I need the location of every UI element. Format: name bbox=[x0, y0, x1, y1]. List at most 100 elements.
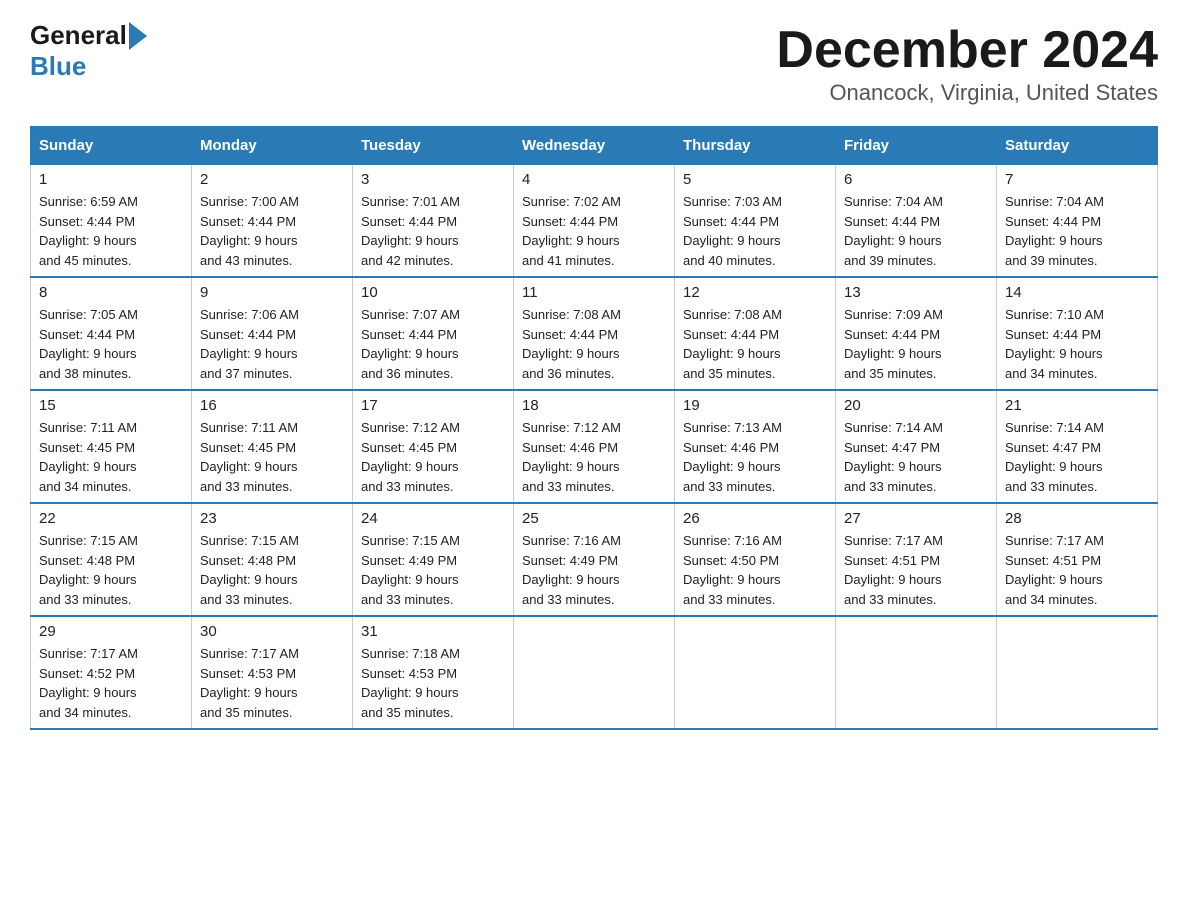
calendar-week-row: 1 Sunrise: 6:59 AM Sunset: 4:44 PM Dayli… bbox=[31, 165, 1158, 278]
day-info: Sunrise: 7:15 AM Sunset: 4:48 PM Dayligh… bbox=[200, 531, 344, 609]
logo-blue: Blue bbox=[30, 51, 86, 82]
day-number: 8 bbox=[39, 284, 183, 301]
logo-arrow-icon bbox=[129, 22, 147, 50]
day-info: Sunrise: 7:18 AM Sunset: 4:53 PM Dayligh… bbox=[361, 644, 505, 722]
table-row: 31 Sunrise: 7:18 AM Sunset: 4:53 PM Dayl… bbox=[353, 616, 514, 729]
day-info: Sunrise: 7:12 AM Sunset: 4:45 PM Dayligh… bbox=[361, 418, 505, 496]
day-info: Sunrise: 7:17 AM Sunset: 4:51 PM Dayligh… bbox=[1005, 531, 1149, 609]
day-number: 29 bbox=[39, 623, 183, 640]
day-number: 17 bbox=[361, 397, 505, 414]
logo-general: General bbox=[30, 20, 127, 51]
day-number: 15 bbox=[39, 397, 183, 414]
header-saturday: Saturday bbox=[997, 127, 1158, 165]
day-number: 14 bbox=[1005, 284, 1149, 301]
table-row: 14 Sunrise: 7:10 AM Sunset: 4:44 PM Dayl… bbox=[997, 277, 1158, 390]
day-info: Sunrise: 7:02 AM Sunset: 4:44 PM Dayligh… bbox=[522, 192, 666, 270]
table-row: 6 Sunrise: 7:04 AM Sunset: 4:44 PM Dayli… bbox=[836, 165, 997, 278]
table-row: 20 Sunrise: 7:14 AM Sunset: 4:47 PM Dayl… bbox=[836, 390, 997, 503]
day-number: 24 bbox=[361, 510, 505, 527]
day-number: 23 bbox=[200, 510, 344, 527]
header-tuesday: Tuesday bbox=[353, 127, 514, 165]
table-row: 9 Sunrise: 7:06 AM Sunset: 4:44 PM Dayli… bbox=[192, 277, 353, 390]
header-friday: Friday bbox=[836, 127, 997, 165]
table-row: 10 Sunrise: 7:07 AM Sunset: 4:44 PM Dayl… bbox=[353, 277, 514, 390]
day-number: 7 bbox=[1005, 171, 1149, 188]
day-number: 25 bbox=[522, 510, 666, 527]
table-row: 3 Sunrise: 7:01 AM Sunset: 4:44 PM Dayli… bbox=[353, 165, 514, 278]
day-number: 4 bbox=[522, 171, 666, 188]
calendar-header-row: Sunday Monday Tuesday Wednesday Thursday… bbox=[31, 127, 1158, 165]
table-row: 29 Sunrise: 7:17 AM Sunset: 4:52 PM Dayl… bbox=[31, 616, 192, 729]
month-title: December 2024 bbox=[776, 20, 1158, 80]
day-number: 3 bbox=[361, 171, 505, 188]
day-info: Sunrise: 7:07 AM Sunset: 4:44 PM Dayligh… bbox=[361, 305, 505, 383]
day-info: Sunrise: 7:12 AM Sunset: 4:46 PM Dayligh… bbox=[522, 418, 666, 496]
header: General Blue December 2024 Onancock, Vir… bbox=[30, 20, 1158, 106]
day-number: 12 bbox=[683, 284, 827, 301]
table-row: 8 Sunrise: 7:05 AM Sunset: 4:44 PM Dayli… bbox=[31, 277, 192, 390]
header-sunday: Sunday bbox=[31, 127, 192, 165]
day-info: Sunrise: 7:08 AM Sunset: 4:44 PM Dayligh… bbox=[522, 305, 666, 383]
table-row: 19 Sunrise: 7:13 AM Sunset: 4:46 PM Dayl… bbox=[675, 390, 836, 503]
day-number: 16 bbox=[200, 397, 344, 414]
day-number: 5 bbox=[683, 171, 827, 188]
day-number: 21 bbox=[1005, 397, 1149, 414]
header-monday: Monday bbox=[192, 127, 353, 165]
day-number: 20 bbox=[844, 397, 988, 414]
day-info: Sunrise: 7:11 AM Sunset: 4:45 PM Dayligh… bbox=[200, 418, 344, 496]
day-info: Sunrise: 7:17 AM Sunset: 4:51 PM Dayligh… bbox=[844, 531, 988, 609]
day-number: 22 bbox=[39, 510, 183, 527]
table-row: 24 Sunrise: 7:15 AM Sunset: 4:49 PM Dayl… bbox=[353, 503, 514, 616]
day-info: Sunrise: 7:09 AM Sunset: 4:44 PM Dayligh… bbox=[844, 305, 988, 383]
day-number: 2 bbox=[200, 171, 344, 188]
day-info: Sunrise: 7:03 AM Sunset: 4:44 PM Dayligh… bbox=[683, 192, 827, 270]
table-row: 4 Sunrise: 7:02 AM Sunset: 4:44 PM Dayli… bbox=[514, 165, 675, 278]
calendar-week-row: 29 Sunrise: 7:17 AM Sunset: 4:52 PM Dayl… bbox=[31, 616, 1158, 729]
table-row: 27 Sunrise: 7:17 AM Sunset: 4:51 PM Dayl… bbox=[836, 503, 997, 616]
table-row bbox=[836, 616, 997, 729]
day-number: 13 bbox=[844, 284, 988, 301]
table-row: 17 Sunrise: 7:12 AM Sunset: 4:45 PM Dayl… bbox=[353, 390, 514, 503]
day-info: Sunrise: 7:16 AM Sunset: 4:50 PM Dayligh… bbox=[683, 531, 827, 609]
day-info: Sunrise: 7:04 AM Sunset: 4:44 PM Dayligh… bbox=[844, 192, 988, 270]
day-info: Sunrise: 7:00 AM Sunset: 4:44 PM Dayligh… bbox=[200, 192, 344, 270]
table-row: 23 Sunrise: 7:15 AM Sunset: 4:48 PM Dayl… bbox=[192, 503, 353, 616]
table-row: 16 Sunrise: 7:11 AM Sunset: 4:45 PM Dayl… bbox=[192, 390, 353, 503]
day-number: 19 bbox=[683, 397, 827, 414]
day-number: 31 bbox=[361, 623, 505, 640]
day-number: 27 bbox=[844, 510, 988, 527]
day-info: Sunrise: 7:17 AM Sunset: 4:52 PM Dayligh… bbox=[39, 644, 183, 722]
day-info: Sunrise: 7:14 AM Sunset: 4:47 PM Dayligh… bbox=[844, 418, 988, 496]
table-row: 28 Sunrise: 7:17 AM Sunset: 4:51 PM Dayl… bbox=[997, 503, 1158, 616]
calendar-week-row: 8 Sunrise: 7:05 AM Sunset: 4:44 PM Dayli… bbox=[31, 277, 1158, 390]
table-row: 7 Sunrise: 7:04 AM Sunset: 4:44 PM Dayli… bbox=[997, 165, 1158, 278]
day-info: Sunrise: 7:11 AM Sunset: 4:45 PM Dayligh… bbox=[39, 418, 183, 496]
day-number: 1 bbox=[39, 171, 183, 188]
table-row: 15 Sunrise: 7:11 AM Sunset: 4:45 PM Dayl… bbox=[31, 390, 192, 503]
table-row: 18 Sunrise: 7:12 AM Sunset: 4:46 PM Dayl… bbox=[514, 390, 675, 503]
table-row: 5 Sunrise: 7:03 AM Sunset: 4:44 PM Dayli… bbox=[675, 165, 836, 278]
title-area: December 2024 Onancock, Virginia, United… bbox=[776, 20, 1158, 106]
day-info: Sunrise: 7:06 AM Sunset: 4:44 PM Dayligh… bbox=[200, 305, 344, 383]
day-info: Sunrise: 7:15 AM Sunset: 4:48 PM Dayligh… bbox=[39, 531, 183, 609]
table-row: 22 Sunrise: 7:15 AM Sunset: 4:48 PM Dayl… bbox=[31, 503, 192, 616]
day-info: Sunrise: 7:17 AM Sunset: 4:53 PM Dayligh… bbox=[200, 644, 344, 722]
table-row bbox=[675, 616, 836, 729]
location-subtitle: Onancock, Virginia, United States bbox=[776, 80, 1158, 106]
table-row: 11 Sunrise: 7:08 AM Sunset: 4:44 PM Dayl… bbox=[514, 277, 675, 390]
day-info: Sunrise: 7:05 AM Sunset: 4:44 PM Dayligh… bbox=[39, 305, 183, 383]
table-row: 30 Sunrise: 7:17 AM Sunset: 4:53 PM Dayl… bbox=[192, 616, 353, 729]
day-info: Sunrise: 7:04 AM Sunset: 4:44 PM Dayligh… bbox=[1005, 192, 1149, 270]
day-info: Sunrise: 6:59 AM Sunset: 4:44 PM Dayligh… bbox=[39, 192, 183, 270]
day-number: 11 bbox=[522, 284, 666, 301]
day-number: 6 bbox=[844, 171, 988, 188]
table-row: 2 Sunrise: 7:00 AM Sunset: 4:44 PM Dayli… bbox=[192, 165, 353, 278]
logo: General Blue bbox=[30, 20, 149, 82]
day-info: Sunrise: 7:10 AM Sunset: 4:44 PM Dayligh… bbox=[1005, 305, 1149, 383]
table-row: 26 Sunrise: 7:16 AM Sunset: 4:50 PM Dayl… bbox=[675, 503, 836, 616]
day-info: Sunrise: 7:13 AM Sunset: 4:46 PM Dayligh… bbox=[683, 418, 827, 496]
table-row: 25 Sunrise: 7:16 AM Sunset: 4:49 PM Dayl… bbox=[514, 503, 675, 616]
day-number: 30 bbox=[200, 623, 344, 640]
calendar-table: Sunday Monday Tuesday Wednesday Thursday… bbox=[30, 126, 1158, 730]
table-row: 12 Sunrise: 7:08 AM Sunset: 4:44 PM Dayl… bbox=[675, 277, 836, 390]
